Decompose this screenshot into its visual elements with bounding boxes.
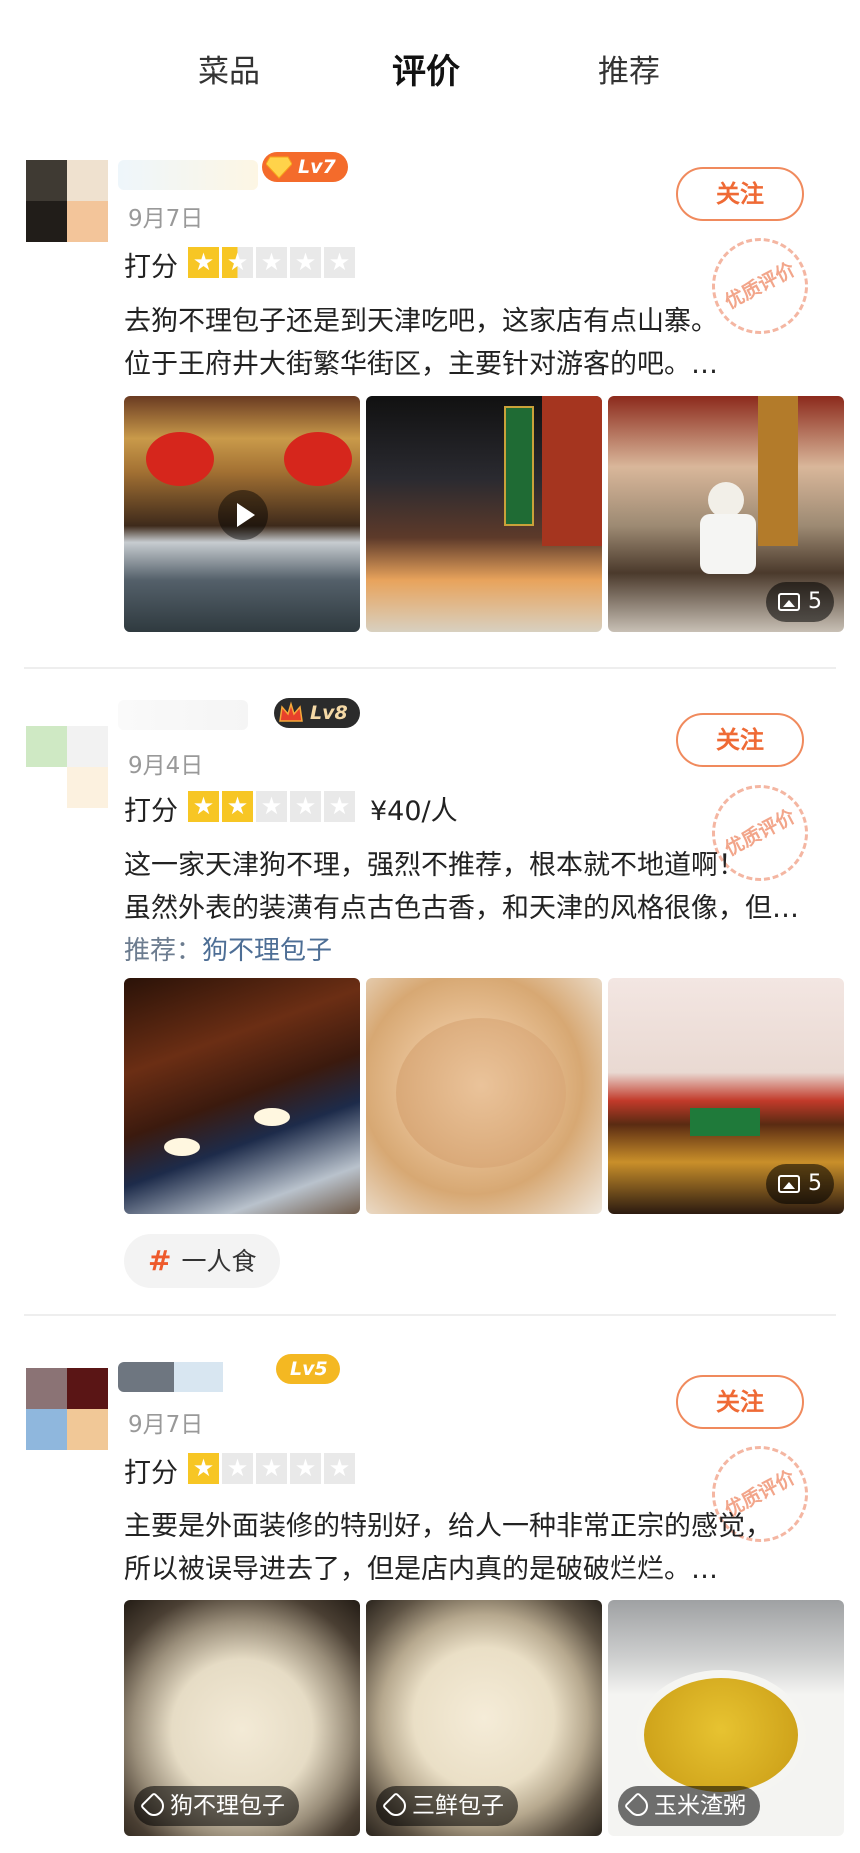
star-rating: ★ ★ ★ ★ ★: [188, 791, 355, 822]
review-video[interactable]: [124, 396, 360, 632]
follow-button[interactable]: 关注: [676, 167, 804, 221]
star-icon: ★: [188, 247, 219, 278]
score-label: 打分: [124, 796, 178, 827]
review-text[interactable]: 主要是外面装修的特别好，给人一种非常正宗的感觉， 所以被误导进去了，但是店内真的…: [124, 1505, 844, 1591]
review-text[interactable]: 去狗不理包子还是到天津吃吧，这家店有点山寨。 位于王府井大街繁华街区，主要针对游…: [124, 300, 844, 386]
topic-tag[interactable]: # 一人食: [124, 1234, 281, 1288]
tag-icon: [381, 1791, 411, 1821]
tab-recommend[interactable]: 推荐: [598, 46, 660, 91]
level-badge: Lv7: [262, 152, 348, 182]
review-date: 9月4日: [128, 753, 204, 779]
review-photo[interactable]: 5: [608, 978, 844, 1214]
star-icon: ★: [290, 1453, 321, 1484]
level-badge: Lv8: [274, 698, 360, 728]
follow-button[interactable]: 关注: [676, 713, 804, 767]
level-text: Lv7: [298, 156, 336, 178]
star-icon: ★: [324, 247, 355, 278]
star-icon: ★: [222, 1453, 253, 1484]
play-icon[interactable]: [218, 490, 268, 540]
dish-tag[interactable]: 三鲜包子: [376, 1786, 518, 1826]
star-icon: ★: [188, 791, 219, 822]
divider: [24, 667, 836, 669]
diamond-icon: [266, 156, 292, 179]
level-text: Lv8: [310, 702, 348, 724]
star-icon: ★: [188, 1453, 219, 1484]
recommend-label: 推荐：: [124, 936, 203, 966]
review-text-line: 这一家天津狗不理，强烈不推荐，根本就不地道啊！: [124, 850, 745, 881]
review-text-line: 主要是外面装修的特别好，给人一种非常正宗的感觉，: [124, 1511, 772, 1542]
photo-row: 狗不理包子 三鲜包子 玉米渣粥: [124, 1600, 844, 1836]
photo-row: 5: [124, 978, 844, 1214]
star-icon: ★: [324, 791, 355, 822]
review-text-line: 所以被误导进去了，但是店内真的是破破烂烂。…: [124, 1554, 718, 1585]
recommend-dish[interactable]: 狗不理包子: [202, 936, 332, 966]
follow-button[interactable]: 关注: [676, 1375, 804, 1429]
avatar[interactable]: [26, 160, 108, 242]
dish-tag-text: 三鲜包子: [412, 1793, 504, 1819]
photo-count[interactable]: 5: [766, 582, 834, 622]
review-photo[interactable]: 三鲜包子: [366, 1600, 602, 1836]
review-date: 9月7日: [128, 206, 204, 232]
review-date: 9月7日: [128, 1412, 204, 1438]
star-icon: ★: [256, 247, 287, 278]
price-per-person: ¥40/人: [370, 796, 458, 827]
tag-icon: [623, 1791, 653, 1821]
username-blurred[interactable]: [118, 700, 248, 730]
topic-text: 一人食: [181, 1247, 257, 1276]
review-photo[interactable]: [366, 978, 602, 1214]
star-icon: ★: [222, 247, 253, 278]
level-badge: Lv5: [276, 1354, 340, 1384]
divider: [24, 1314, 836, 1316]
review-photo[interactable]: 玉米渣粥: [608, 1600, 844, 1836]
review-text[interactable]: 这一家天津狗不理，强烈不推荐，根本就不地道啊！ 虽然外表的装潢有点古色古香，和天…: [124, 844, 844, 930]
dish-tag-text: 狗不理包子: [170, 1793, 285, 1819]
star-icon: ★: [290, 247, 321, 278]
tab-dishes[interactable]: 菜品: [198, 46, 260, 91]
star-icon: ★: [222, 791, 253, 822]
star-icon: ★: [256, 791, 287, 822]
avatar[interactable]: [26, 726, 108, 808]
crown-icon: [279, 701, 303, 722]
dish-tag[interactable]: 狗不理包子: [134, 1786, 299, 1826]
review-text-line: 虽然外表的装潢有点古色古香，和天津的风格很像，但…: [124, 893, 799, 924]
review-photo[interactable]: [124, 978, 360, 1214]
review-text-line: 位于王府井大街繁华街区，主要针对游客的吧。…: [124, 349, 718, 380]
tab-reviews[interactable]: 评价: [392, 44, 460, 93]
review-photo[interactable]: [366, 396, 602, 632]
star-icon: ★: [256, 1453, 287, 1484]
dish-tag[interactable]: 玉米渣粥: [618, 1786, 760, 1826]
review-photo[interactable]: 狗不理包子: [124, 1600, 360, 1836]
review-photo[interactable]: 5: [608, 396, 844, 632]
image-icon: [778, 593, 800, 611]
hashtag-icon: #: [148, 1244, 172, 1277]
username-blurred[interactable]: [118, 160, 258, 190]
image-icon: [778, 1175, 800, 1193]
star-icon: ★: [324, 1453, 355, 1484]
review-text-line: 去狗不理包子还是到天津吃吧，这家店有点山寨。: [124, 306, 718, 337]
recommend-line[interactable]: 推荐：狗不理包子: [124, 930, 332, 967]
score-label: 打分: [124, 1458, 178, 1489]
star-icon: ★: [290, 791, 321, 822]
score-label: 打分: [124, 252, 178, 283]
dish-tag-text: 玉米渣粥: [654, 1793, 746, 1819]
star-rating: ★ ★ ★ ★ ★: [188, 1453, 355, 1484]
photo-count-text: 5: [808, 589, 822, 614]
tab-bar: 菜品 评价 推荐: [0, 0, 860, 120]
username-blurred[interactable]: [118, 1362, 258, 1392]
star-rating: ★ ★ ★ ★ ★: [188, 247, 355, 278]
photo-row: 5: [124, 396, 844, 632]
photo-count-text: 5: [808, 1171, 822, 1196]
level-text: Lv5: [290, 1358, 328, 1380]
tag-icon: [139, 1791, 169, 1821]
avatar[interactable]: [26, 1368, 108, 1450]
photo-count[interactable]: 5: [766, 1164, 834, 1204]
